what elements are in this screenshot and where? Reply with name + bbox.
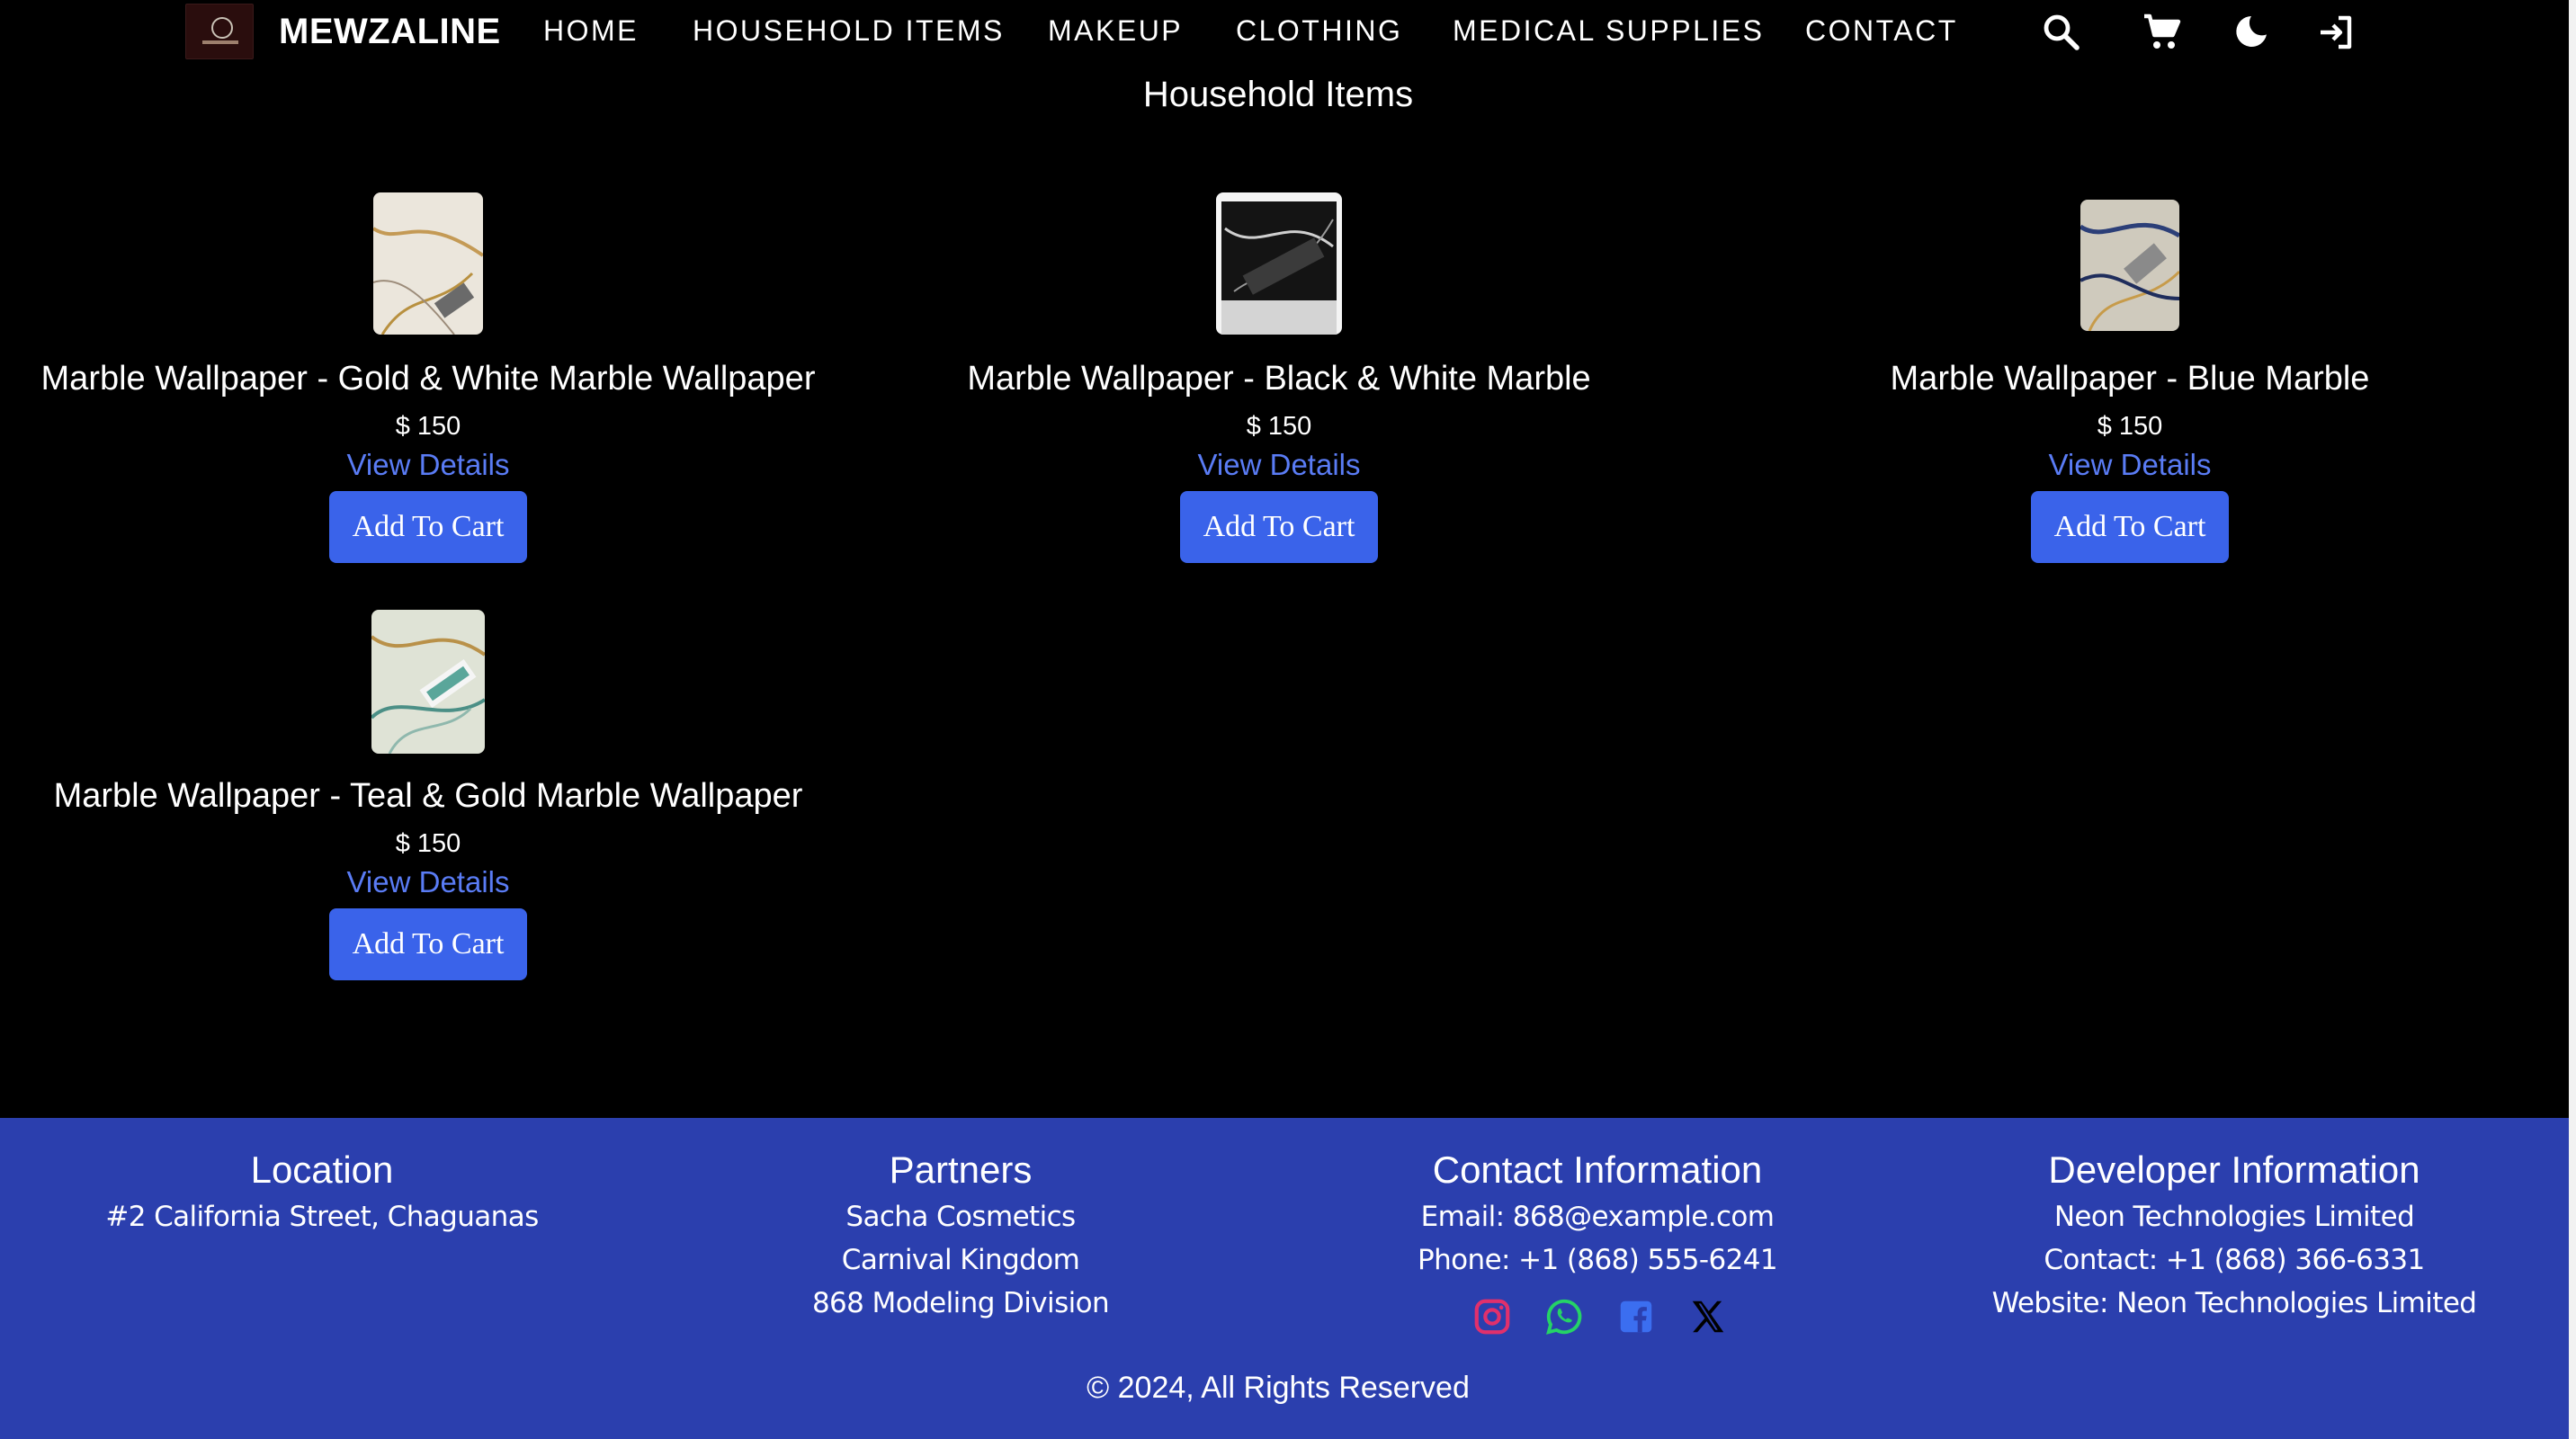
- page-title: Household Items: [1142, 75, 1414, 114]
- view-details-link[interactable]: View Details: [1707, 446, 2553, 484]
- instagram-icon[interactable]: [1471, 1296, 1513, 1337]
- add-to-cart-button[interactable]: Add To Cart: [329, 908, 527, 980]
- product-price: $ 150: [1246, 412, 1312, 441]
- dark-mode-icon[interactable]: [2229, 11, 2272, 54]
- product-card: Marble Wallpaper - Blue Marble $ 150 Vie…: [1707, 192, 2553, 570]
- product-price: $ 150: [2097, 412, 2163, 441]
- nav-link-home[interactable]: HOME: [543, 13, 639, 49]
- add-to-cart-button[interactable]: Add To Cart: [1180, 491, 1378, 563]
- product-name: Marble Wallpaper - Blue Marble: [1890, 360, 2370, 398]
- add-to-cart-button[interactable]: Add To Cart: [329, 491, 527, 563]
- product-card: Marble Wallpaper - Black & White Marble …: [856, 192, 1702, 570]
- product-image[interactable]: [1216, 192, 1342, 335]
- product-name: Marble Wallpaper - Black & White Marble: [967, 360, 1591, 398]
- social-links: [1448, 1296, 1724, 1341]
- footer-heading: Contact Information: [1432, 1149, 1763, 1191]
- login-icon[interactable]: [2315, 11, 2358, 54]
- contact-email[interactable]: Email: 868@example.com: [1283, 1195, 1912, 1238]
- nav-link-medical-supplies[interactable]: MEDICAL SUPPLIES: [1453, 13, 1764, 49]
- developer-website[interactable]: Website: Neon Technologies Limited: [1919, 1282, 2549, 1325]
- view-details-link[interactable]: View Details: [5, 863, 851, 901]
- nav-link-clothing[interactable]: CLOTHING: [1236, 13, 1402, 49]
- whatsapp-icon[interactable]: [1543, 1296, 1585, 1337]
- footer: Location #2 California Street, Chaguanas…: [0, 1118, 2569, 1439]
- product-card: Marble Wallpaper - Teal & Gold Marble Wa…: [5, 610, 851, 988]
- footer-heading: Location: [250, 1149, 394, 1191]
- add-to-cart-button[interactable]: Add To Cart: [2031, 491, 2229, 563]
- copyright: © 2024, All Rights Reserved: [1087, 1371, 1470, 1405]
- product-image[interactable]: [371, 610, 485, 754]
- footer-heading: Partners: [889, 1149, 1033, 1191]
- footer-address: #2 California Street, Chaguanas: [105, 1201, 539, 1233]
- developer-contact[interactable]: Contact: +1 (868) 366-6331: [1919, 1238, 2549, 1282]
- product-name: Marble Wallpaper - Teal & Gold Marble Wa…: [53, 777, 803, 815]
- product-image[interactable]: [2080, 200, 2179, 331]
- footer-location: Location #2 California Street, Chaguanas: [7, 1147, 637, 1238]
- view-details-link[interactable]: View Details: [5, 446, 851, 484]
- search-icon[interactable]: [2040, 11, 2083, 54]
- footer-heading: Developer Information: [2048, 1149, 2420, 1191]
- footer-contact: Contact Information Email: 868@example.c…: [1283, 1147, 1912, 1282]
- product-price: $ 150: [395, 829, 461, 858]
- product-image[interactable]: [373, 192, 483, 335]
- partner-item[interactable]: Carnival Kingdom: [646, 1238, 1275, 1282]
- cart-icon[interactable]: [2141, 11, 2184, 54]
- scrollbar-gutter[interactable]: [2569, 0, 2576, 1439]
- footer-developer: Developer Information Neon Technologies …: [1919, 1147, 2549, 1325]
- developer-name: Neon Technologies Limited: [2053, 1201, 2415, 1233]
- product-name: Marble Wallpaper - Gold & White Marble W…: [40, 360, 816, 398]
- product-card: Marble Wallpaper - Gold & White Marble W…: [5, 192, 851, 570]
- footer-partners: Partners Sacha Cosmetics Carnival Kingdo…: [646, 1147, 1275, 1325]
- nav-link-makeup[interactable]: MAKEUP: [1048, 13, 1183, 49]
- contact-phone[interactable]: Phone: +1 (868) 555-6241: [1283, 1238, 1912, 1282]
- nav-link-household-items[interactable]: HOUSEHOLD ITEMS: [693, 13, 1005, 49]
- view-details-link[interactable]: View Details: [856, 446, 1702, 484]
- nav-link-contact[interactable]: CONTACT: [1805, 13, 1958, 49]
- partner-item[interactable]: 868 Modeling Division: [646, 1282, 1275, 1325]
- partner-item[interactable]: Sacha Cosmetics: [646, 1195, 1275, 1238]
- navbar: MEWZALINE HOME HOUSEHOLD ITEMS MAKEUP CL…: [0, 0, 2569, 63]
- facebook-icon[interactable]: [1615, 1296, 1657, 1337]
- product-price: $ 150: [395, 412, 461, 441]
- x-icon[interactable]: [1687, 1296, 1729, 1337]
